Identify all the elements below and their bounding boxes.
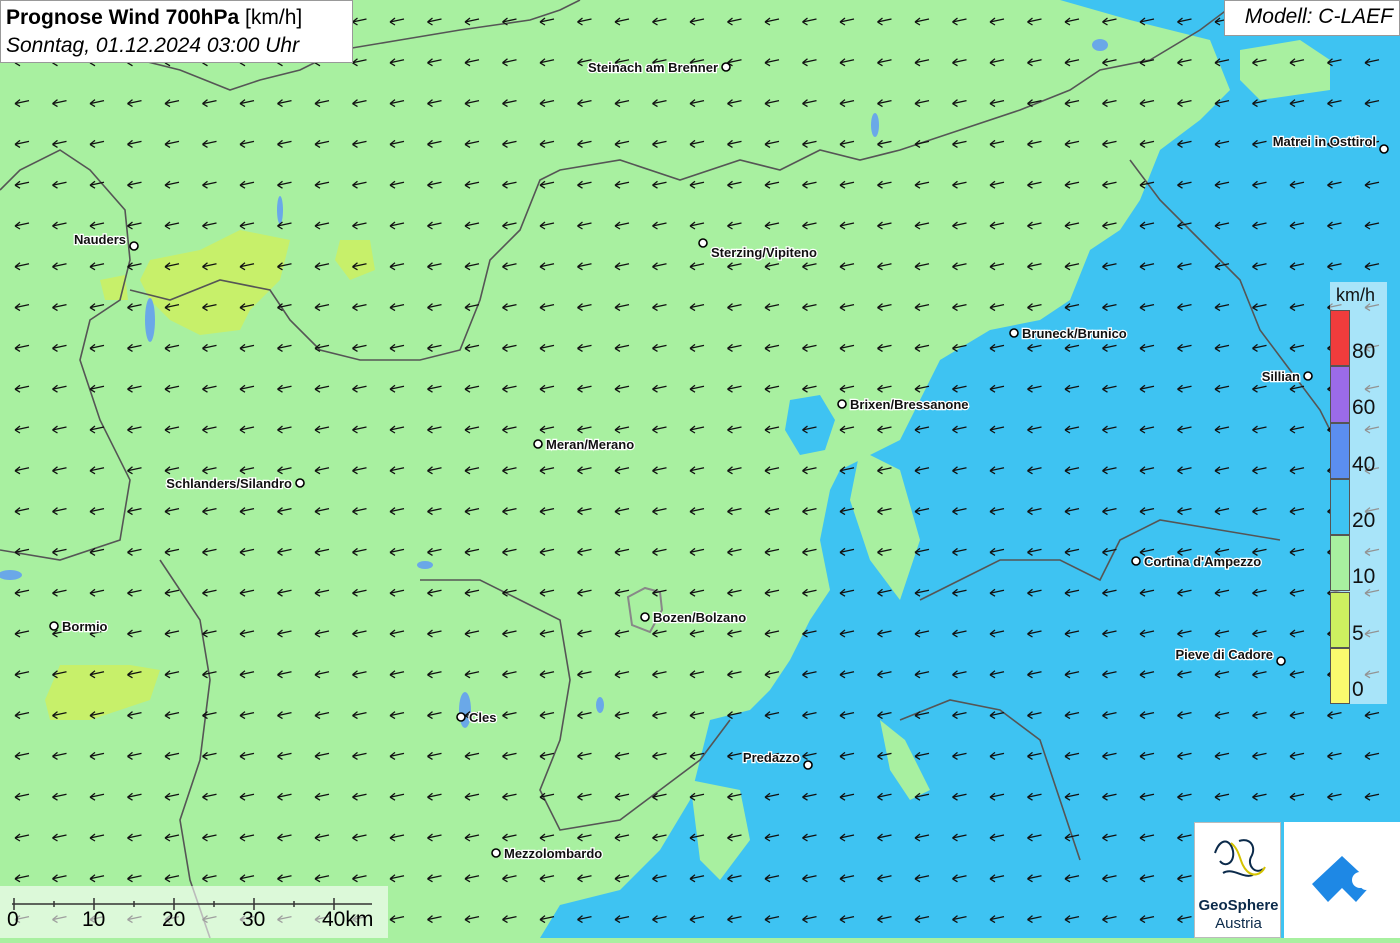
city-label: Schlanders/Silandro [166, 476, 292, 491]
forecast-datetime: Sonntag, 01.12.2024 03:00 Uhr [6, 34, 300, 57]
legend-swatch [1330, 422, 1350, 479]
model-label: Modell: C-LAEF [1224, 0, 1400, 36]
scale-tick: 30 [242, 908, 266, 931]
city-marker-icon[interactable] [1303, 371, 1313, 381]
city-label: Sterzing/Vipiteno [711, 245, 817, 260]
legend-swatch [1330, 647, 1350, 705]
city-marker-icon[interactable] [295, 478, 305, 488]
city-marker-icon[interactable] [1009, 328, 1019, 338]
city-label: Bruneck/Brunico [1022, 326, 1127, 341]
city-marker-icon[interactable] [721, 62, 731, 72]
city-label: Matrei in Osttirol [1273, 134, 1376, 149]
wind-map[interactable]: Steinach am Brenner Matrei in Osttirol Nau… [0, 0, 1400, 938]
legend-label: 20 [1352, 508, 1376, 532]
scale-tick: 10 [82, 908, 106, 931]
city-label: Mezzolombardo [504, 846, 602, 861]
city-marker-icon[interactable] [491, 848, 501, 858]
legend-swatch [1330, 591, 1350, 648]
title-unit: [km/h] [245, 6, 303, 29]
city-label: Steinach am Brenner [588, 60, 718, 75]
city-marker-icon[interactable] [1276, 656, 1286, 666]
legend-bar [1330, 310, 1350, 705]
city-marker-icon[interactable] [1131, 556, 1141, 566]
legend-swatch [1330, 366, 1350, 423]
city-marker-icon[interactable] [803, 760, 813, 770]
title-box: Prognose Wind 700hPa [km/h] Sonntag, 01.… [0, 0, 353, 63]
city-label: Bozen/Bolzano [653, 610, 746, 625]
city-marker-icon[interactable] [837, 399, 847, 409]
city-label: Cles [469, 710, 496, 725]
weather-app-icon [1312, 856, 1372, 902]
legend-label: 40 [1352, 452, 1376, 476]
scale-tick: 20 [162, 908, 186, 931]
legend-swatch [1330, 535, 1350, 592]
city-marker-icon[interactable] [456, 712, 466, 722]
legend-label: 5 [1352, 621, 1364, 645]
city-marker-icon[interactable] [533, 439, 543, 449]
city-marker-icon[interactable] [49, 621, 59, 631]
city-marker-icon[interactable] [129, 241, 139, 251]
city-label: Sillian [1262, 369, 1300, 384]
title-main: Prognose Wind 700hPa [6, 6, 240, 29]
scale-bar: 0 10 20 30 40km [0, 886, 388, 938]
legend-label: 60 [1352, 396, 1376, 420]
geosphere-country: Austria [1215, 915, 1262, 932]
legend-swatch [1330, 310, 1350, 367]
city-marker-icon[interactable] [640, 612, 650, 622]
legend-unit: km/h [1336, 285, 1376, 305]
city-label: Bormio [62, 619, 108, 634]
city-label: Cortina d'Ampezzo [1144, 554, 1261, 569]
legend-label: 80 [1352, 340, 1376, 363]
legend-label: 10 [1352, 565, 1376, 589]
city-label: Predazzo [743, 750, 800, 765]
geosphere-logo[interactable]: GeoSphere Austria [1194, 822, 1281, 938]
color-legend: km/h 80 60 40 20 10 5 0 [1330, 282, 1387, 705]
legend-swatch [1330, 478, 1350, 536]
geosphere-name: GeoSphere [1198, 897, 1279, 914]
city-label: Meran/Merano [546, 437, 634, 452]
city-label: Brixen/Bressanone [850, 397, 969, 412]
legend-label: 0 [1352, 677, 1364, 701]
scale-tick: 40km [322, 908, 374, 931]
city-marker-icon[interactable] [1379, 144, 1389, 154]
scale-tick: 0 [7, 908, 19, 931]
app-logo[interactable] [1284, 822, 1400, 938]
city-label: Pieve di Cadore [1175, 647, 1273, 662]
city-label: Nauders [74, 232, 126, 247]
logo-area: GeoSphere Austria [1194, 822, 1400, 938]
city-marker-icon[interactable] [698, 238, 708, 248]
geosphere-emblem-icon [1214, 839, 1266, 877]
